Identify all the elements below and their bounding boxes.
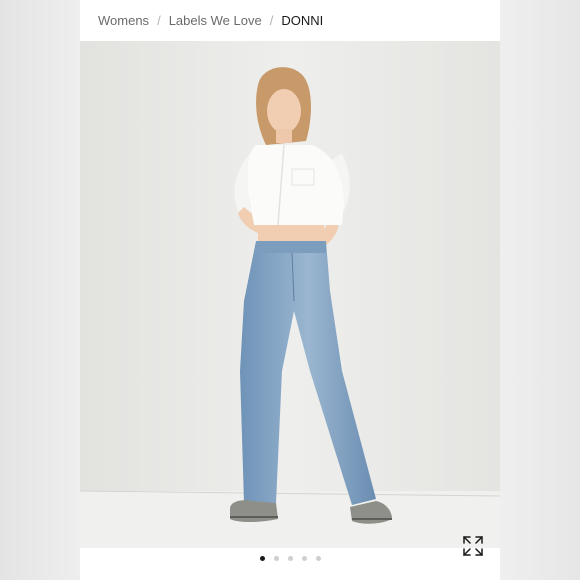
product-card: Womens / Labels We Love / DONNI xyxy=(80,0,500,580)
carousel-dot[interactable] xyxy=(259,556,265,561)
breadcrumb: Womens / Labels We Love / DONNI xyxy=(98,0,323,40)
model-illustration xyxy=(80,41,500,548)
carousel-dot[interactable] xyxy=(273,556,279,561)
carousel-dot[interactable] xyxy=(287,556,293,561)
breadcrumb-separator: / xyxy=(269,12,274,28)
breadcrumb-labels-we-love[interactable]: Labels We Love xyxy=(169,13,262,28)
breadcrumb-separator: / xyxy=(157,12,161,28)
carousel-dot[interactable] xyxy=(301,556,307,561)
expand-icon[interactable] xyxy=(462,535,484,557)
breadcrumb-current: DONNI xyxy=(281,12,324,28)
breadcrumb-womens[interactable]: Womens xyxy=(98,13,149,28)
carousel-dot[interactable] xyxy=(315,556,321,561)
right-backdrop xyxy=(500,0,580,580)
left-backdrop xyxy=(0,0,80,580)
product-image[interactable] xyxy=(80,41,500,548)
carousel-dots xyxy=(80,556,500,566)
